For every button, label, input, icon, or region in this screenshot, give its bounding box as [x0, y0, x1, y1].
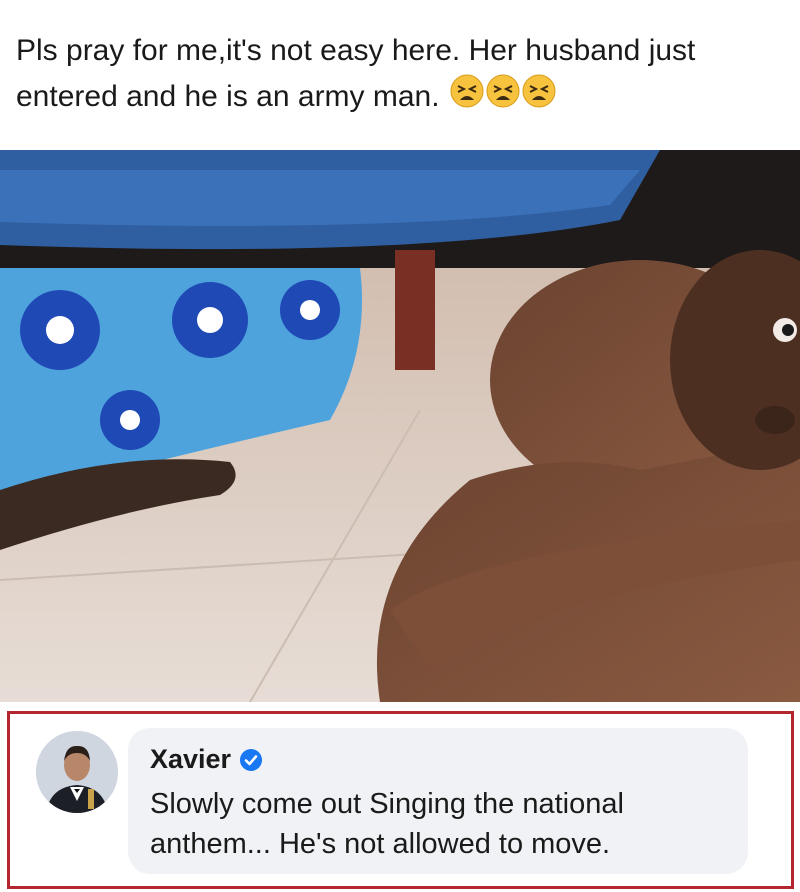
- avatar[interactable]: [36, 731, 118, 813]
- post-photo[interactable]: [0, 150, 800, 702]
- post-caption-text: Pls pray for me,it's not easy here. Her …: [16, 34, 696, 113]
- comment-author-row: Xavier: [150, 744, 263, 775]
- commenter-portrait-icon: [36, 731, 118, 813]
- comment-author-name[interactable]: Xavier: [150, 744, 231, 775]
- under-bed-scene-illustration: [0, 150, 800, 702]
- tired-face-emoji-icon: [522, 74, 556, 122]
- comment-bubble[interactable]: Xavier Slowly come out Singing the natio…: [128, 728, 748, 874]
- post-caption: Pls pray for me,it's not easy here. Her …: [16, 28, 786, 122]
- verified-badge-icon: [239, 748, 263, 772]
- comment-text: Slowly come out Singing the national ant…: [150, 788, 624, 860]
- highlighted-comment-frame: Xavier Slowly come out Singing the natio…: [7, 711, 794, 889]
- tired-face-emoji-icon: [450, 74, 484, 122]
- tired-face-emoji-icon: [486, 74, 520, 122]
